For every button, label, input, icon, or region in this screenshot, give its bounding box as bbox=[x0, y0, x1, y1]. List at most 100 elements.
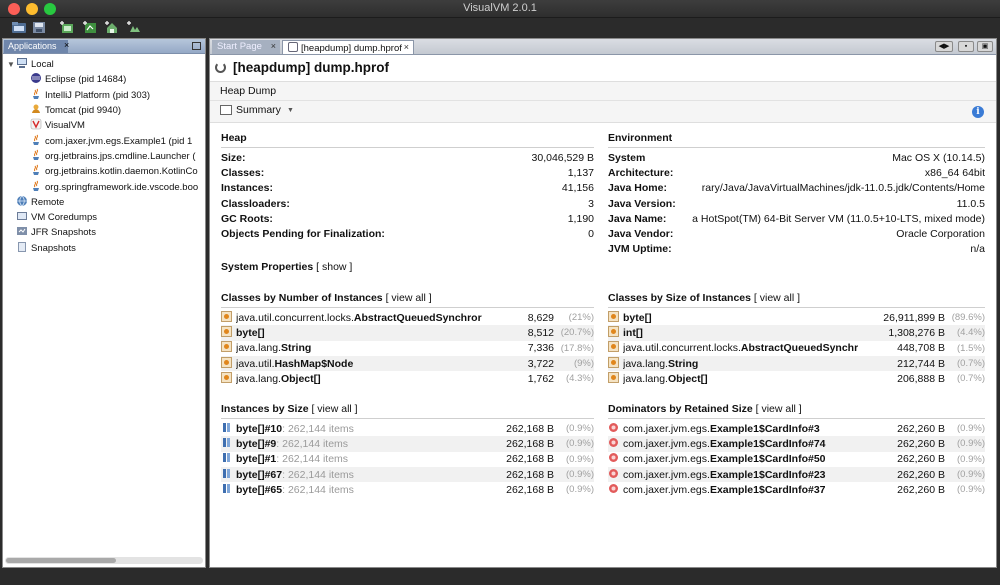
tab-heapdump[interactable]: [heapdump] dump.hprof × bbox=[282, 40, 414, 54]
view-all-link[interactable]: [ view all ] bbox=[386, 292, 432, 304]
tab-start-page[interactable]: Start Page × bbox=[212, 40, 280, 54]
tree-item[interactable]: JFR Snapshots bbox=[3, 225, 205, 240]
close-icon[interactable]: × bbox=[64, 40, 69, 50]
environment-section: Environment System Mac OS X (10.14.5) Arch… bbox=[608, 132, 985, 257]
view-selector-dropdown[interactable]: Summary ▼ bbox=[220, 104, 294, 116]
scroll-tabs-left-icon[interactable]: ◀▶ bbox=[935, 41, 953, 52]
add-snapshot-icon[interactable] bbox=[126, 20, 142, 35]
tree-expander-icon[interactable]: ▼ bbox=[6, 60, 16, 69]
row-percent: (0.9%) bbox=[566, 438, 594, 450]
heapdump-file-icon bbox=[288, 42, 298, 52]
tree-item[interactable]: Snapshots bbox=[3, 241, 205, 256]
tab-label: [heapdump] dump.hprof bbox=[301, 43, 402, 54]
class-name: java.util.concurrent.locks.AbstractQueue… bbox=[236, 311, 482, 324]
table-row[interactable]: com.jaxer.jvm.egs.Example1$CardInfo#74 26… bbox=[608, 436, 985, 452]
property-row: Java Vendor: Oracle Corporation bbox=[608, 226, 985, 241]
tree-item-label: VisualVM bbox=[45, 120, 85, 132]
property-value: a HotSpot(TM) 64-Bit Server VM (11.0.5+1… bbox=[692, 212, 985, 225]
instance-name: byte[]#9: 262,144 items bbox=[236, 437, 349, 450]
instance-icon bbox=[221, 437, 236, 451]
tree-item[interactable]: com.jaxer.jvm.egs.Example1 (pid 1 bbox=[3, 133, 205, 148]
computer-icon bbox=[16, 57, 31, 72]
add-host-icon[interactable] bbox=[104, 20, 120, 35]
table-row[interactable]: com.jaxer.jvm.egs.Example1$CardInfo#37 26… bbox=[608, 482, 985, 497]
table-row[interactable]: com.jaxer.jvm.egs.Example1$CardInfo#23 26… bbox=[608, 466, 985, 483]
instance-name: byte[]#10: 262,144 items bbox=[236, 422, 354, 435]
applications-panel: Applications × ▼ Local Eclipse (pid 14684)… bbox=[2, 38, 206, 568]
class-name: com.jaxer.jvm.egs.Example1$CardInfo#50 bbox=[623, 453, 826, 466]
class-name: byte[] bbox=[236, 326, 265, 339]
table-row[interactable]: java.lang.Object[] 1,762 (4.3%) bbox=[221, 371, 594, 386]
dominator-icon bbox=[608, 483, 623, 497]
table-row[interactable]: byte[]#10: 262,144 items 262,168 B (0.9%) bbox=[221, 421, 594, 436]
view-all-link[interactable]: [ view all ] bbox=[756, 403, 802, 415]
section-title: Heap bbox=[221, 132, 247, 144]
table-row[interactable]: java.lang.String 212,744 B (0.7%) bbox=[608, 355, 985, 372]
row-percent: (1.5%) bbox=[957, 342, 985, 354]
table-row[interactable]: byte[]#9: 262,144 items 262,168 B (0.9%) bbox=[221, 436, 594, 452]
table-row[interactable]: com.jaxer.jvm.egs.Example1$CardInfo#3 262… bbox=[608, 421, 985, 436]
add-jmx-icon[interactable] bbox=[59, 20, 75, 35]
maximize-editor-icon[interactable]: ▣ bbox=[977, 41, 993, 52]
tree-item[interactable]: Tomcat (pid 9940) bbox=[3, 103, 205, 118]
show-properties-link[interactable]: [ show ] bbox=[316, 261, 352, 273]
close-icon[interactable]: × bbox=[404, 42, 409, 52]
main-toolbar bbox=[0, 18, 1000, 38]
row-value: 1,308,276 B bbox=[888, 326, 945, 339]
add-heap-icon[interactable] bbox=[82, 20, 98, 35]
scrollbar-thumb[interactable] bbox=[6, 558, 116, 563]
minimize-editor-icon[interactable]: ▪ bbox=[958, 41, 974, 52]
property-key: Size: bbox=[221, 151, 246, 164]
tree-item[interactable]: IntelliJ Platform (pid 303) bbox=[3, 88, 205, 103]
class-icon bbox=[221, 371, 236, 386]
property-row: Objects Pending for Finalization: 0 bbox=[221, 226, 594, 241]
table-row[interactable]: byte[] 26,911,899 B (89.6%) bbox=[608, 310, 985, 325]
table-row[interactable]: byte[]#67: 262,144 items 262,168 B (0.9%) bbox=[221, 466, 594, 483]
class-name: java.util.concurrent.locks.AbstractQueue… bbox=[623, 342, 859, 355]
table-row[interactable]: byte[]#65: 262,144 items 262,168 B (0.9%) bbox=[221, 482, 594, 497]
table-row[interactable]: java.lang.Object[] 206,888 B (0.7%) bbox=[608, 371, 985, 386]
property-key: Instances: bbox=[221, 182, 273, 195]
property-row: Size: 30,046,529 B bbox=[221, 150, 594, 165]
row-percent: (21%) bbox=[568, 312, 594, 324]
table-row[interactable]: java.util.concurrent.locks.AbstractQueue… bbox=[221, 310, 594, 325]
close-icon[interactable]: × bbox=[271, 41, 276, 51]
heap-section: Heap Size: 30,046,529 B Classes: 1,137 Insta… bbox=[221, 132, 594, 242]
table-row[interactable]: byte[] 8,512 (20.7%) bbox=[221, 325, 594, 341]
save-icon[interactable] bbox=[31, 20, 47, 35]
property-row: JVM Uptime: n/a bbox=[608, 242, 985, 257]
tree-item[interactable]: VisualVM bbox=[3, 118, 205, 133]
minimize-panel-icon[interactable] bbox=[192, 42, 201, 50]
tree-item-label: Tomcat (pid 9940) bbox=[45, 105, 122, 117]
table-row[interactable]: java.util.concurrent.locks.AbstractQueue… bbox=[608, 341, 985, 356]
table-row[interactable]: java.lang.String 7,336 (17.8%) bbox=[221, 341, 594, 356]
view-all-link[interactable]: [ view all ] bbox=[311, 403, 357, 415]
table-row[interactable]: byte[]#1: 262,144 items 262,168 B (0.9%) bbox=[221, 452, 594, 467]
tree-item[interactable]: org.springframework.ide.vscode.boo bbox=[3, 179, 205, 194]
row-percent: (0.9%) bbox=[566, 453, 594, 465]
tree-item[interactable]: ▼ Local bbox=[3, 57, 205, 72]
view-all-link[interactable]: [ view all ] bbox=[754, 292, 800, 304]
tree-item[interactable]: Remote bbox=[3, 195, 205, 210]
applications-tab[interactable]: Applications bbox=[4, 40, 68, 53]
info-icon[interactable]: i bbox=[972, 106, 984, 118]
row-percent: (4.4%) bbox=[957, 327, 985, 339]
section-title: Classes by Size of Instances bbox=[608, 292, 751, 304]
property-key: Java Name: bbox=[608, 212, 667, 225]
tree-item[interactable]: Eclipse (pid 14684) bbox=[3, 72, 205, 87]
table-row[interactable]: com.jaxer.jvm.egs.Example1$CardInfo#50 26… bbox=[608, 452, 985, 467]
table-row[interactable]: java.util.HashMap$Node 3,722 (9%) bbox=[221, 355, 594, 372]
horizontal-scrollbar[interactable] bbox=[5, 557, 203, 564]
class-name: com.jaxer.jvm.egs.Example1$CardInfo#3 bbox=[623, 422, 820, 435]
open-icon[interactable] bbox=[11, 20, 27, 35]
row-value: 448,708 B bbox=[897, 342, 945, 355]
table-row[interactable]: int[] 1,308,276 B (4.4%) bbox=[608, 325, 985, 341]
tree-item[interactable]: org.jetbrains.jps.cmdline.Launcher ( bbox=[3, 149, 205, 164]
class-icon bbox=[221, 310, 236, 325]
tree-item[interactable]: VM Coredumps bbox=[3, 210, 205, 225]
class-icon bbox=[608, 371, 623, 386]
property-value: 41,156 bbox=[561, 182, 594, 195]
row-value: 262,168 B bbox=[506, 468, 554, 481]
tree-item[interactable]: org.jetbrains.kotlin.daemon.KotlinCo bbox=[3, 164, 205, 179]
row-value: 1,762 bbox=[527, 372, 554, 385]
